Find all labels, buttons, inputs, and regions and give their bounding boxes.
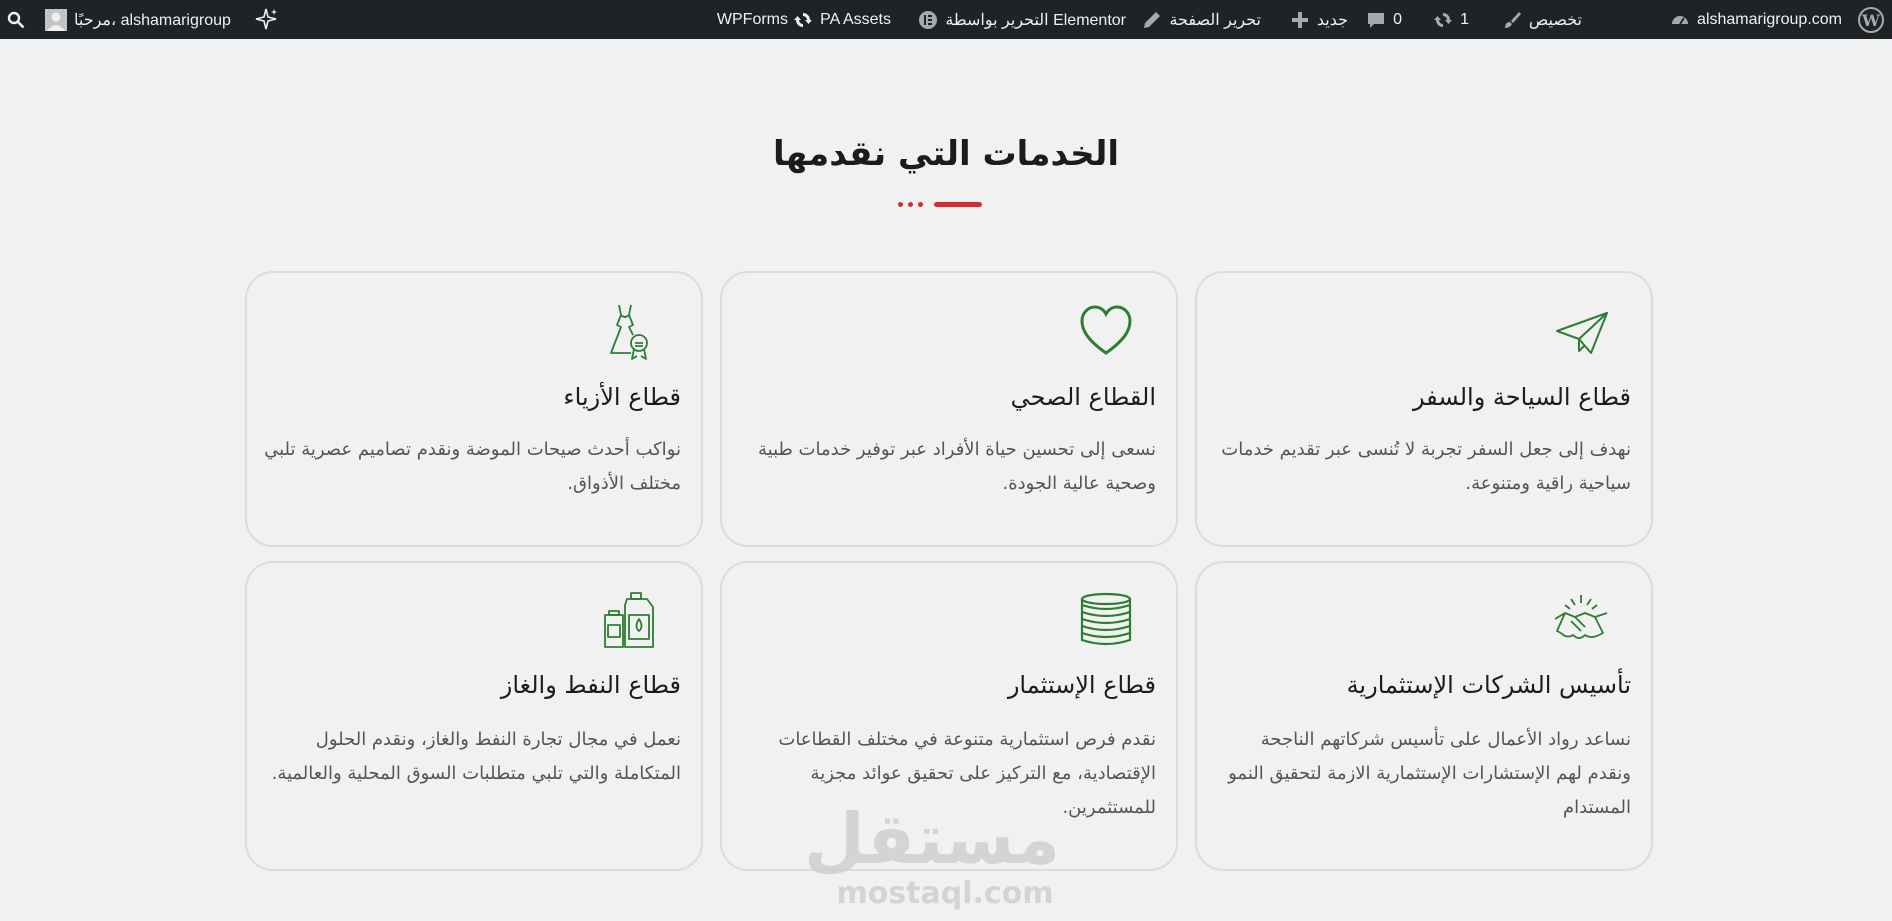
oil-can-icon — [604, 592, 654, 648]
wordpress-logo-icon[interactable]: W — [1858, 7, 1884, 33]
wpforms-label: WPForms — [716, 10, 788, 28]
card-description: نسعى إلى تحسين حياة الأفراد عبر توفير خد… — [758, 439, 1156, 494]
service-card-companies: تأسيس الشركات الإستثمارية نساعد رواد الأ… — [1195, 561, 1653, 871]
search-button[interactable] — [7, 0, 25, 39]
updates-icon — [1434, 12, 1453, 27]
brush-icon — [1504, 11, 1521, 28]
new-label: جديد — [1316, 11, 1348, 29]
pa-assets-menu[interactable]: PA Assets — [793, 0, 891, 39]
edit-page-menu[interactable]: تحرير الصفحة — [1142, 0, 1261, 39]
sparkle-icon — [255, 8, 277, 29]
dress-icon — [610, 304, 648, 360]
divider-dot — [908, 202, 913, 207]
card-title: قطاع السياحة والسفر — [1412, 383, 1631, 411]
plus-icon — [1291, 11, 1308, 28]
service-card-health: القطاع الصحي نسعى إلى تحسين حياة الأفراد… — [720, 271, 1178, 547]
card-description: نهدف إلى جعل السفر تجربة لا تُنسى عبر تق… — [1221, 439, 1631, 494]
paper-plane-icon — [1556, 312, 1608, 354]
elementor-icon — [919, 10, 938, 29]
divider-line — [934, 202, 982, 207]
service-card-fashion: قطاع الأزياء نواكب أحدث صيحات الموضة ونق… — [245, 271, 703, 547]
site-name: alshamarigroup.com — [1697, 10, 1842, 28]
divider-dot — [918, 202, 923, 207]
heart-icon — [1080, 305, 1132, 355]
customize-label: تخصيص — [1528, 11, 1582, 29]
pencil-icon — [1144, 11, 1161, 28]
card-title: قطاع الأزياء — [563, 383, 681, 411]
service-card-tourism: قطاع السياحة والسفر نهدف إلى جعل السفر ت… — [1195, 271, 1653, 547]
pa-assets-label: PA Assets — [820, 10, 891, 28]
section-title: الخدمات التي نقدمها — [772, 134, 1120, 174]
svg-text:W: W — [1861, 11, 1881, 30]
service-card-oil-gas: قطاع النفط والغاز نعمل في مجال تجارة الن… — [245, 561, 703, 871]
comments-menu[interactable]: 0 — [1366, 0, 1402, 39]
updates-count: 1 — [1460, 10, 1469, 28]
site-name-menu[interactable]: alshamarigroup.com — [1670, 0, 1842, 39]
search-icon — [7, 11, 25, 28]
edit-elementor-menu[interactable]: التحرير بواسطة Elementor — [918, 0, 1126, 39]
title-divider — [898, 202, 988, 208]
page-content: الخدمات التي نقدمها قطاع السياحة والسفر … — [0, 39, 1892, 921]
dashboard-icon — [1672, 15, 1689, 25]
admin-bar: W alshamarigroup.com تخصيص 1 0 جديد تحري… — [0, 0, 1892, 39]
card-description: نساعد رواد الأعمال على تأسيس شركاتهم الن… — [1228, 729, 1631, 818]
watermark: مستقل mostaql.com — [803, 798, 1060, 911]
watermark-latin: mostaql.com — [836, 876, 1054, 911]
card-title: قطاع النفط والغاز — [500, 671, 681, 699]
comments-count: 0 — [1393, 10, 1402, 28]
edit-elementor-label: التحرير بواسطة Elementor — [945, 11, 1126, 29]
customize-menu[interactable]: تخصيص — [1502, 0, 1582, 39]
card-title: تأسيس الشركات الإستثمارية — [1346, 671, 1631, 699]
card-title: قطاع الإستثمار — [1007, 671, 1156, 699]
refresh-icon — [794, 12, 813, 27]
avatar — [45, 8, 67, 31]
card-description: نعمل في مجال تجارة النفط والغاز، ونقدم ا… — [271, 729, 681, 784]
coins-icon — [1080, 592, 1132, 646]
comment-icon — [1368, 12, 1385, 28]
my-account-menu[interactable]: مرحبًا، alshamarigroup — [45, 0, 231, 39]
updates-menu[interactable]: 1 — [1433, 0, 1469, 39]
card-title: القطاع الصحي — [1010, 383, 1156, 411]
new-content-menu[interactable]: جديد — [1290, 0, 1348, 39]
watermark-arabic: مستقل — [803, 798, 1060, 880]
wpforms-menu[interactable]: WPForms — [717, 0, 788, 39]
handshake-icon — [1554, 595, 1608, 639]
greeting: مرحبًا، alshamarigroup — [74, 11, 231, 29]
divider-dot — [898, 202, 903, 207]
card-description: نواكب أحدث صيحات الموضة ونقدم تصاميم عصر… — [264, 439, 681, 494]
edit-page-label: تحرير الصفحة — [1169, 11, 1261, 29]
ai-assistant-button[interactable] — [253, 0, 279, 39]
